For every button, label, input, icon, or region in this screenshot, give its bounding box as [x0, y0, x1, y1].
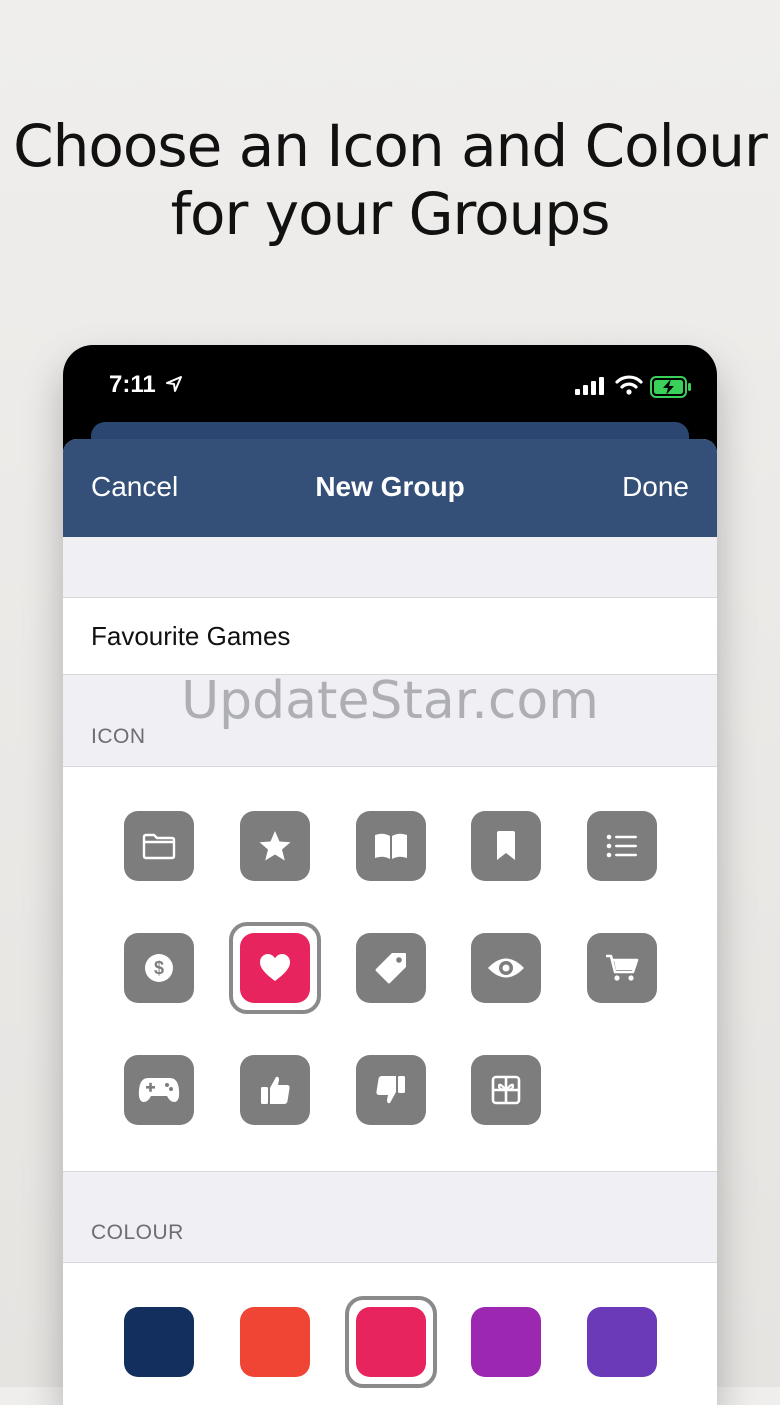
- colour-swatch-navy[interactable]: [124, 1307, 194, 1377]
- colour-swatch-orange-red[interactable]: [240, 1307, 310, 1377]
- gamepad-icon[interactable]: [124, 1055, 194, 1125]
- signal-icon: [575, 377, 604, 395]
- watermark: UpdateStar.com: [181, 671, 599, 731]
- battery-charging-icon: [650, 376, 691, 398]
- nav-title: New Group: [315, 471, 465, 502]
- list-icon[interactable]: [587, 811, 657, 881]
- dollar-icon[interactable]: $: [124, 933, 194, 1003]
- group-name-row: [63, 597, 717, 675]
- thumbs-down-icon[interactable]: [356, 1055, 426, 1125]
- folder-icon[interactable]: [124, 811, 194, 881]
- group-name-input[interactable]: [91, 618, 681, 654]
- phone-frame: 7:11 Cancel New Group Done UpdateStar.co…: [63, 345, 717, 1405]
- colour-swatch-violet[interactable]: [587, 1307, 657, 1377]
- cancel-button[interactable]: Cancel: [91, 471, 178, 503]
- headline-line-2: for your Groups: [170, 180, 611, 248]
- tag-icon[interactable]: [356, 933, 426, 1003]
- icon-section-label: ICON: [91, 725, 146, 748]
- headline-line-1: Choose an Icon and Colour: [13, 112, 768, 180]
- book-icon[interactable]: [356, 811, 426, 881]
- icon-grid: $: [63, 766, 717, 1172]
- heart-icon[interactable]: [240, 933, 310, 1003]
- star-icon[interactable]: [240, 811, 310, 881]
- thumbs-up-icon[interactable]: [240, 1055, 310, 1125]
- colour-swatch-pink[interactable]: [356, 1307, 426, 1377]
- navigation-bar: Cancel New Group Done: [63, 439, 717, 537]
- status-time: 7:11: [109, 371, 156, 398]
- wifi-icon: [615, 375, 643, 395]
- svg-text:$: $: [154, 958, 164, 978]
- status-bar: 7:11: [63, 345, 717, 425]
- location-arrow-icon: [166, 376, 182, 392]
- new-group-sheet: Cancel New Group Done UpdateStar.com ICO…: [63, 439, 717, 1405]
- done-button[interactable]: Done: [622, 471, 689, 503]
- eye-icon[interactable]: [471, 933, 541, 1003]
- gift-icon[interactable]: [471, 1055, 541, 1125]
- headline: Choose an Icon and Colour for your Group…: [0, 112, 780, 248]
- colour-section-label: COLOUR: [91, 1221, 184, 1244]
- colour-swatch-purple[interactable]: [471, 1307, 541, 1377]
- colour-grid: [63, 1262, 717, 1405]
- bookmark-icon[interactable]: [471, 811, 541, 881]
- cart-icon[interactable]: [587, 933, 657, 1003]
